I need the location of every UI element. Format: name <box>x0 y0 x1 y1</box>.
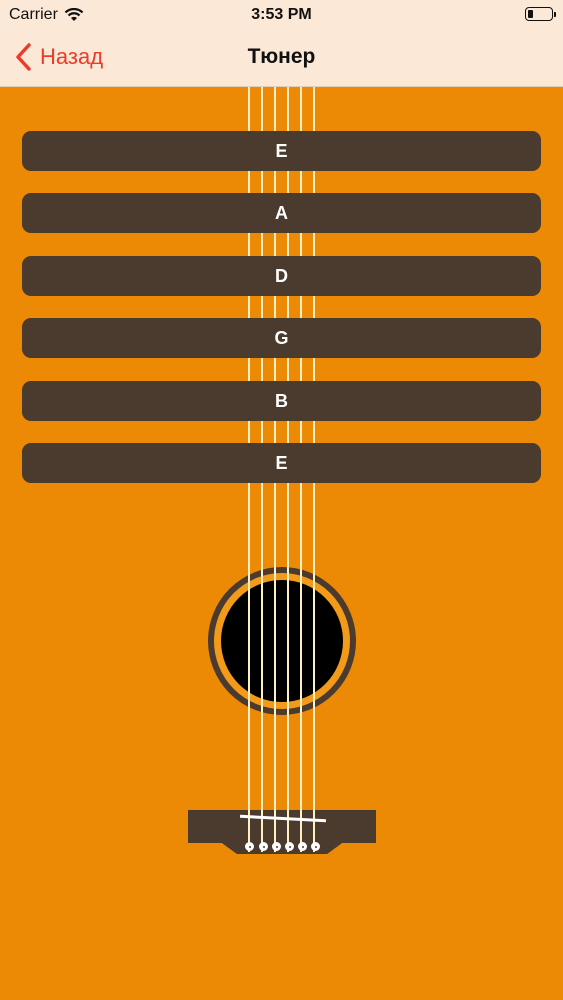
battery-icon <box>525 7 556 21</box>
tune-button-b[interactable]: B <box>22 380 541 421</box>
bridge-pin <box>259 842 268 851</box>
bridge-pin <box>311 842 320 851</box>
bridge-pin <box>245 842 254 851</box>
status-bar: Carrier 3:53 PM <box>0 0 563 30</box>
tune-button-e-high[interactable]: E <box>22 442 541 483</box>
soundhole <box>221 580 343 702</box>
bridge-pin <box>298 842 307 851</box>
status-time: 3:53 PM <box>251 6 312 23</box>
tune-button-g[interactable]: G <box>22 318 541 359</box>
tune-button-d[interactable]: D <box>22 255 541 296</box>
battery-level <box>528 10 533 18</box>
navigation-bar: Назад Тюнер <box>0 30 563 87</box>
tuning-button-list: E A D G B E <box>22 131 541 505</box>
tune-button-a[interactable]: A <box>22 193 541 234</box>
bridge-pin <box>272 842 281 851</box>
page-title: Тюнер <box>247 45 316 68</box>
bridge-pin <box>285 842 294 851</box>
tune-button-e-low[interactable]: E <box>22 131 541 171</box>
